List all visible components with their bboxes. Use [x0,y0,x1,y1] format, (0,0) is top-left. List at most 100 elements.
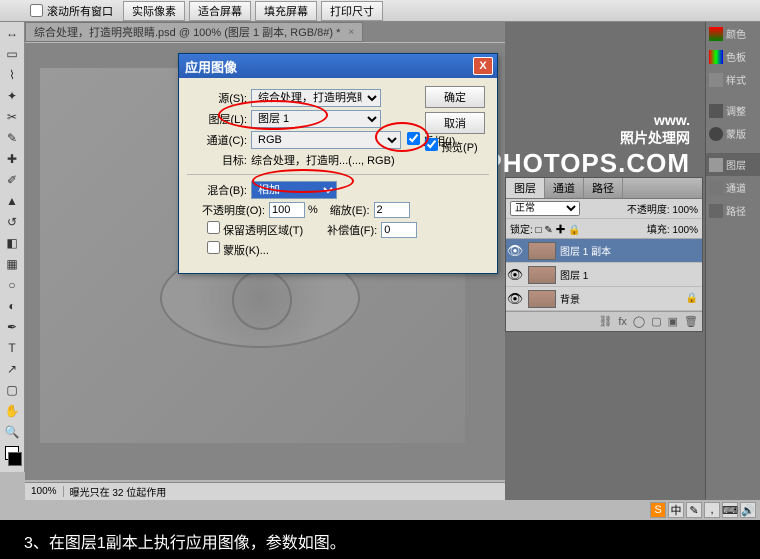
adjust-icon [709,104,723,118]
tab-paths[interactable]: 路径 [584,178,623,198]
trash-icon[interactable]: 🗑 [684,315,698,328]
tray-icon[interactable]: 🔊 [740,502,756,518]
close-button[interactable]: X [473,57,493,75]
preview-checkbox[interactable] [425,138,438,151]
layer-select[interactable]: 图层 1 [251,110,381,128]
scale-input[interactable] [374,202,410,218]
stamp-tool-icon[interactable]: ▲ [1,191,23,211]
type-tool-icon[interactable]: T [1,338,23,358]
history-brush-icon[interactable]: ↺ [1,212,23,232]
new-layer-icon[interactable]: ▣ [668,315,678,328]
pen-tool-icon[interactable]: ✒ [1,317,23,337]
tab-layers[interactable]: 图层 [506,178,545,198]
layer-row[interactable]: 👁 背景 🔒 [506,287,702,311]
tray-icon[interactable]: ✎ [686,502,702,518]
zoom-level[interactable]: 100% [25,486,64,497]
actual-pixels-button[interactable]: 实际像素 [123,1,185,21]
lasso-tool-icon[interactable]: ⌇ [1,65,23,85]
scroll-all-label: 滚动所有窗口 [47,3,113,19]
print-size-button[interactable]: 打印尺寸 [321,1,383,21]
ok-button[interactable]: 确定 [425,86,485,108]
opacity-input[interactable] [269,202,305,218]
visibility-icon[interactable]: 👁 [506,243,524,259]
move-tool-icon[interactable]: ↔ [1,23,23,43]
mini-mask[interactable]: 蒙版 [706,122,760,145]
layers-footer: ⛓ fx ◯ ▢ ▣ 🗑 [506,311,702,331]
status-bar: 100% 曝光只在 32 位起作用 [25,482,505,500]
tray-icon[interactable]: 中 [668,502,684,518]
blend-mode-select[interactable]: 正常 [510,201,580,216]
fit-screen-button[interactable]: 适合屏幕 [189,1,251,21]
layers-panel: 图层 通道 路径 正常 不透明度: 100% 锁定: □ ✎ ✚ 🔒 填充: 1… [505,177,703,332]
hand-tool-icon[interactable]: ✋ [1,401,23,421]
background-swatch[interactable] [8,452,22,466]
swatches-icon [709,50,723,64]
tab-title: 综合处理，打造明亮眼睛.psd @ 100% (图层 1 副本, RGB/8#)… [34,24,340,40]
dialog-titlebar[interactable]: 应用图像 X [179,54,497,78]
layers-icon [709,158,723,172]
channels-icon [709,181,723,195]
tray-icon[interactable]: ⌨ [722,502,738,518]
eraser-tool-icon[interactable]: ◧ [1,233,23,253]
pupil-graphic [232,270,292,330]
dodge-tool-icon[interactable]: ◐ [1,296,23,316]
source-select[interactable]: 综合处理，打造明亮眼睛... [251,89,381,107]
mask-checkbox[interactable] [207,241,220,254]
blur-tool-icon[interactable]: ○ [1,275,23,295]
mini-swatches[interactable]: 色板 [706,45,760,68]
right-panels: www. 照片处理网 PHOTOPS.COM 图层 通道 路径 正常 不透明度:… [505,22,760,500]
wand-tool-icon[interactable]: ✦ [1,86,23,106]
color-swatches[interactable] [0,446,24,466]
mask-icon [709,127,723,141]
tray-icon[interactable]: S [650,502,666,518]
layer-row[interactable]: 👁 图层 1 副本 [506,239,702,263]
mini-paths[interactable]: 路径 [706,199,760,222]
options-bar: 滚动所有窗口 实际像素 适合屏幕 填充屏幕 打印尺寸 [0,0,760,22]
cancel-button[interactable]: 取消 [425,112,485,134]
document-tab[interactable]: 综合处理，打造明亮眼睛.psd @ 100% (图层 1 副本, RGB/8#)… [25,22,363,42]
fx-icon[interactable]: fx [618,316,627,328]
layer-name: 图层 1 副本 [560,243,702,258]
folder-icon[interactable]: ▢ [651,315,661,328]
source-label: 源(S): [187,90,251,106]
mask-icon[interactable]: ◯ [633,315,645,328]
layer-thumb [528,266,556,284]
path-tool-icon[interactable]: ↗ [1,359,23,379]
panel-tabs: 图层 通道 路径 [506,178,702,199]
layer-name: 图层 1 [560,267,702,282]
blend-select[interactable]: 相加 [251,181,337,199]
channel-label: 通道(C): [187,132,251,148]
gradient-tool-icon[interactable]: ▦ [1,254,23,274]
close-icon[interactable]: × [348,27,354,38]
eyedropper-tool-icon[interactable]: ✎ [1,128,23,148]
mini-layers[interactable]: 图层 [706,153,760,176]
crop-tool-icon[interactable]: ✂ [1,107,23,127]
tray-icon[interactable]: , [704,502,720,518]
status-info: 曝光只在 32 位起作用 [64,484,173,499]
link-icon[interactable]: ⛓ [598,315,612,328]
dialog-title: 应用图像 [183,57,473,76]
mini-styles[interactable]: 样式 [706,68,760,91]
preserve-trans-checkbox[interactable] [207,221,220,234]
scroll-all-checkbox[interactable] [30,4,43,17]
visibility-icon[interactable]: 👁 [506,291,524,307]
mini-color[interactable]: 颜色 [706,22,760,45]
tab-channels[interactable]: 通道 [545,178,584,198]
offset-label: 补偿值(F): [327,222,377,238]
mini-adjust[interactable]: 调整 [706,99,760,122]
brush-tool-icon[interactable]: ✐ [1,170,23,190]
marquee-tool-icon[interactable]: ▭ [1,44,23,64]
mini-channels[interactable]: 通道 [706,176,760,199]
layer-label: 图层(L): [187,111,251,127]
fill-screen-button[interactable]: 填充屏幕 [255,1,317,21]
invert-checkbox[interactable] [407,132,420,145]
layer-thumb [528,242,556,260]
opacity-label: 不透明度(O): [187,202,269,218]
visibility-icon[interactable]: 👁 [506,267,524,283]
offset-input[interactable] [381,222,417,238]
layer-row[interactable]: 👁 图层 1 [506,263,702,287]
shape-tool-icon[interactable]: ▢ [1,380,23,400]
channel-select[interactable]: RGB [251,131,401,149]
heal-tool-icon[interactable]: ✚ [1,149,23,169]
zoom-tool-icon[interactable]: 🔍 [1,422,23,442]
